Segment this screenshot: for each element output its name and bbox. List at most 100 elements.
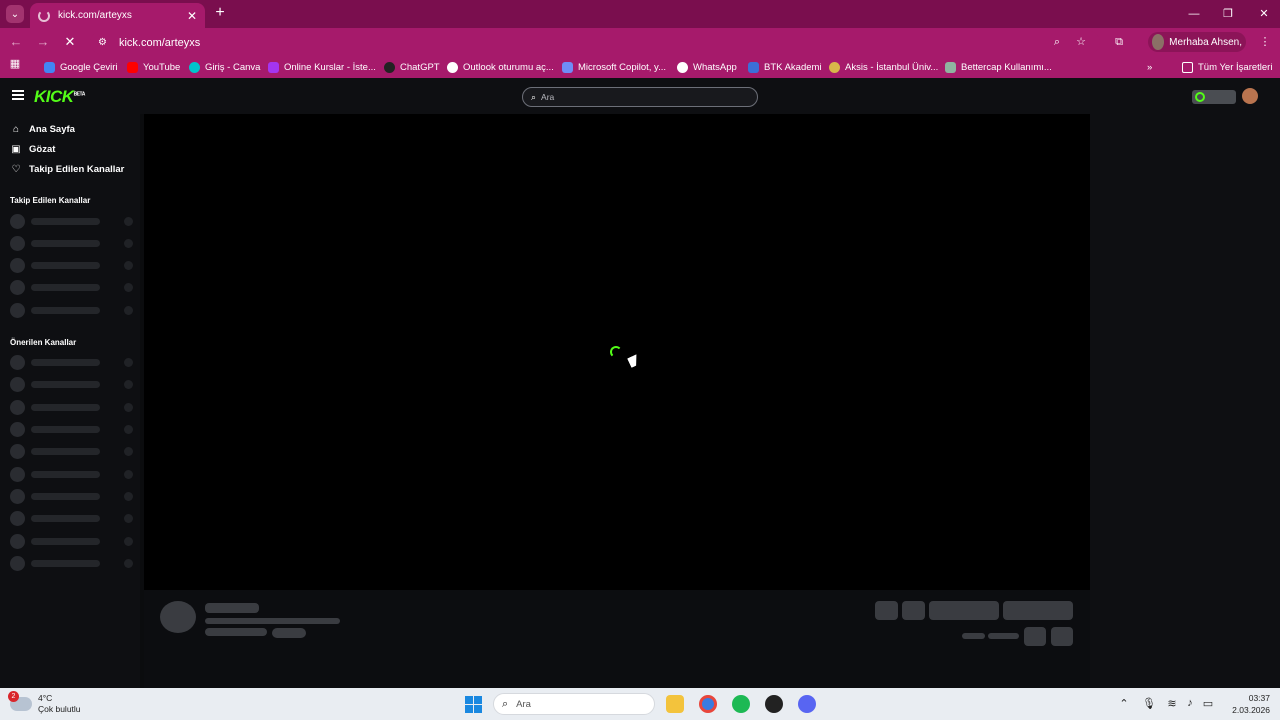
recommended-channels-title: Önerilen Kanallar — [10, 338, 77, 347]
new-tab-button[interactable]: + — [212, 4, 228, 22]
bookmark-outlook[interactable]: Outlook oturumu aç... — [447, 59, 554, 75]
forward-icon[interactable]: → — [35, 34, 51, 50]
bookmark-star-icon[interactable]: ☆ — [1074, 35, 1088, 49]
search-icon: ⌕ — [531, 91, 537, 102]
all-bookmarks-folder[interactable]: Tüm Yer İşaretleri — [1182, 59, 1272, 75]
address-bar[interactable]: ⚙ kick.com/arteyxs — [90, 31, 1100, 54]
weather-widget[interactable]: 2 4°C Çok bulutlu — [8, 691, 81, 717]
viewer-count-skeleton — [962, 633, 985, 639]
stop-loading-icon[interactable]: ✕ — [62, 34, 78, 50]
recommended-channel-skeleton — [10, 489, 135, 504]
heart-icon: ♡ — [11, 163, 21, 175]
tab-title: kick.com/arteyxs — [58, 10, 132, 21]
battery-icon[interactable]: ▭ — [1201, 697, 1215, 710]
spotify-icon[interactable] — [732, 695, 750, 713]
kick-search-bar[interactable]: ⌕ — [522, 87, 758, 107]
chat-panel — [1090, 114, 1280, 688]
kick-sidebar: ⌂ Ana Sayfa ▣ Gözat ♡ Takip Edilen Kanallar… — [0, 114, 140, 688]
bookmark-udemy[interactable]: Online Kurslar - İste... — [268, 59, 376, 75]
nav-browse[interactable]: ▣ Gözat — [10, 141, 55, 157]
share-button-skeleton — [1024, 627, 1046, 646]
menu-kebab-icon[interactable]: ⋮ — [1258, 35, 1272, 49]
back-icon[interactable]: ← — [8, 34, 24, 50]
profile-button[interactable]: Merhaba Ahsen, — [1148, 32, 1246, 52]
recommended-channel-skeleton — [10, 444, 135, 459]
followed-channel-skeleton — [10, 236, 135, 251]
taskbar-search[interactable]: ⌕ Ara — [493, 693, 655, 715]
stream-title-skeleton — [205, 618, 340, 624]
recommended-channel-skeleton — [10, 467, 135, 482]
file-explorer-icon[interactable] — [666, 695, 684, 713]
hamburger-menu-icon[interactable] — [12, 90, 24, 100]
profile-greeting: Merhaba Ahsen, — [1169, 36, 1242, 48]
followed-channel-skeleton — [10, 303, 135, 318]
channel-name-skeleton — [205, 603, 259, 613]
copilot-icon — [562, 61, 573, 73]
apps-grid-icon[interactable]: ▦ — [8, 57, 22, 71]
nav-following[interactable]: ♡ Takip Edilen Kanallar — [10, 161, 125, 177]
bookmark-google-translate[interactable]: Google Çeviri — [44, 59, 118, 75]
canva-icon — [189, 61, 200, 73]
search-icon: ⌕ — [502, 697, 509, 710]
kick-logo[interactable]: KICKBETA — [34, 87, 85, 107]
nav-home[interactable]: ⌂ Ana Sayfa — [10, 121, 75, 137]
windows-taskbar: 2 4°C Çok bulutlu ⌕ Ara ⌃ 🎙 ≋ ♪ ▭ 03:37 … — [0, 688, 1280, 720]
notification-badge: 2 — [8, 691, 19, 702]
aksis-icon — [829, 61, 840, 73]
search-input[interactable] — [541, 92, 732, 102]
home-icon: ⌂ — [12, 123, 20, 135]
close-window-icon[interactable]: ✕ — [1256, 6, 1272, 22]
bookmark-aksis[interactable]: Aksis - İstanbul Üniv... — [829, 59, 938, 75]
bookmark-copilot[interactable]: Microsoft Copilot, y... — [562, 59, 666, 75]
tray-overflow-chevron-icon[interactable]: ⌃ — [1117, 697, 1131, 710]
app-icon[interactable] — [765, 695, 783, 713]
chatgpt-icon — [384, 61, 395, 73]
windows-start-icon[interactable] — [465, 696, 482, 713]
weather-temperature: 4°C — [38, 693, 53, 703]
restore-icon[interactable]: ❐ — [1220, 6, 1236, 22]
youtube-icon — [127, 61, 138, 73]
site-settings-icon[interactable]: ⚙ — [98, 37, 107, 48]
extensions-icon[interactable]: ⧉ — [1112, 35, 1126, 49]
system-clock[interactable]: 03:37 2.03.2026 — [1224, 692, 1270, 716]
outlook-icon — [447, 61, 458, 73]
browser-tab-strip: ⌄ kick.com/arteyxs ✕ + — ❐ ✕ — [0, 0, 1280, 28]
bookmark-whatsapp[interactable]: WhatsApp — [677, 59, 737, 75]
bookmark-chatgpt[interactable]: ChatGPT — [384, 59, 440, 75]
recommended-channel-skeleton — [10, 511, 135, 526]
recommended-channel-skeleton — [10, 377, 135, 392]
discord-icon[interactable] — [798, 695, 816, 713]
live-indicator-icon — [1195, 92, 1205, 102]
live-toggle-button[interactable] — [1192, 90, 1236, 104]
minimize-icon[interactable]: — — [1186, 6, 1202, 22]
bookmarks-bar: ▦ Google Çeviri YouTube Giriş - Canva On… — [0, 56, 1280, 78]
followed-channel-skeleton — [10, 214, 135, 229]
wifi-icon[interactable]: ≋ — [1165, 697, 1179, 710]
zoom-icon[interactable]: ⌕ — [1050, 35, 1064, 49]
cloudy-weather-icon: 2 — [8, 691, 32, 711]
bookmark-btk[interactable]: BTK Akademi — [748, 59, 822, 75]
chrome-icon[interactable] — [699, 695, 717, 713]
tab-search-chevron-icon[interactable]: ⌄ — [6, 5, 24, 23]
taskbar-search-placeholder: Ara — [516, 698, 531, 710]
bookmark-canva[interactable]: Giriş - Canva — [189, 59, 260, 75]
channel-info-skeleton — [144, 590, 1090, 688]
clock-time: 03:37 — [1248, 693, 1270, 703]
user-avatar[interactable] — [1242, 88, 1258, 104]
active-tab[interactable]: kick.com/arteyxs ✕ — [30, 3, 205, 28]
volume-icon[interactable]: ♪ — [1183, 697, 1197, 709]
browser-toolbar: ← → ✕ ⚙ kick.com/arteyxs ⌕ ☆ ⧉ Merhaba A… — [0, 28, 1280, 56]
bookmark-youtube[interactable]: YouTube — [127, 59, 180, 75]
category-skeleton — [205, 628, 267, 636]
microphone-icon[interactable]: 🎙 — [1142, 697, 1156, 710]
whatsapp-icon — [677, 61, 688, 73]
more-button-skeleton — [1051, 627, 1073, 646]
channel-avatar-skeleton — [160, 601, 196, 633]
loading-favicon-icon — [38, 9, 50, 22]
url-text[interactable]: kick.com/arteyxs — [119, 37, 200, 49]
profile-avatar — [1152, 34, 1165, 50]
bookmark-bettercap[interactable]: Bettercap Kullanımı... — [945, 59, 1052, 75]
more-bookmarks-chevron-icon[interactable]: » — [1147, 59, 1152, 75]
uptime-skeleton — [988, 633, 1019, 639]
close-tab-icon[interactable]: ✕ — [187, 9, 197, 23]
